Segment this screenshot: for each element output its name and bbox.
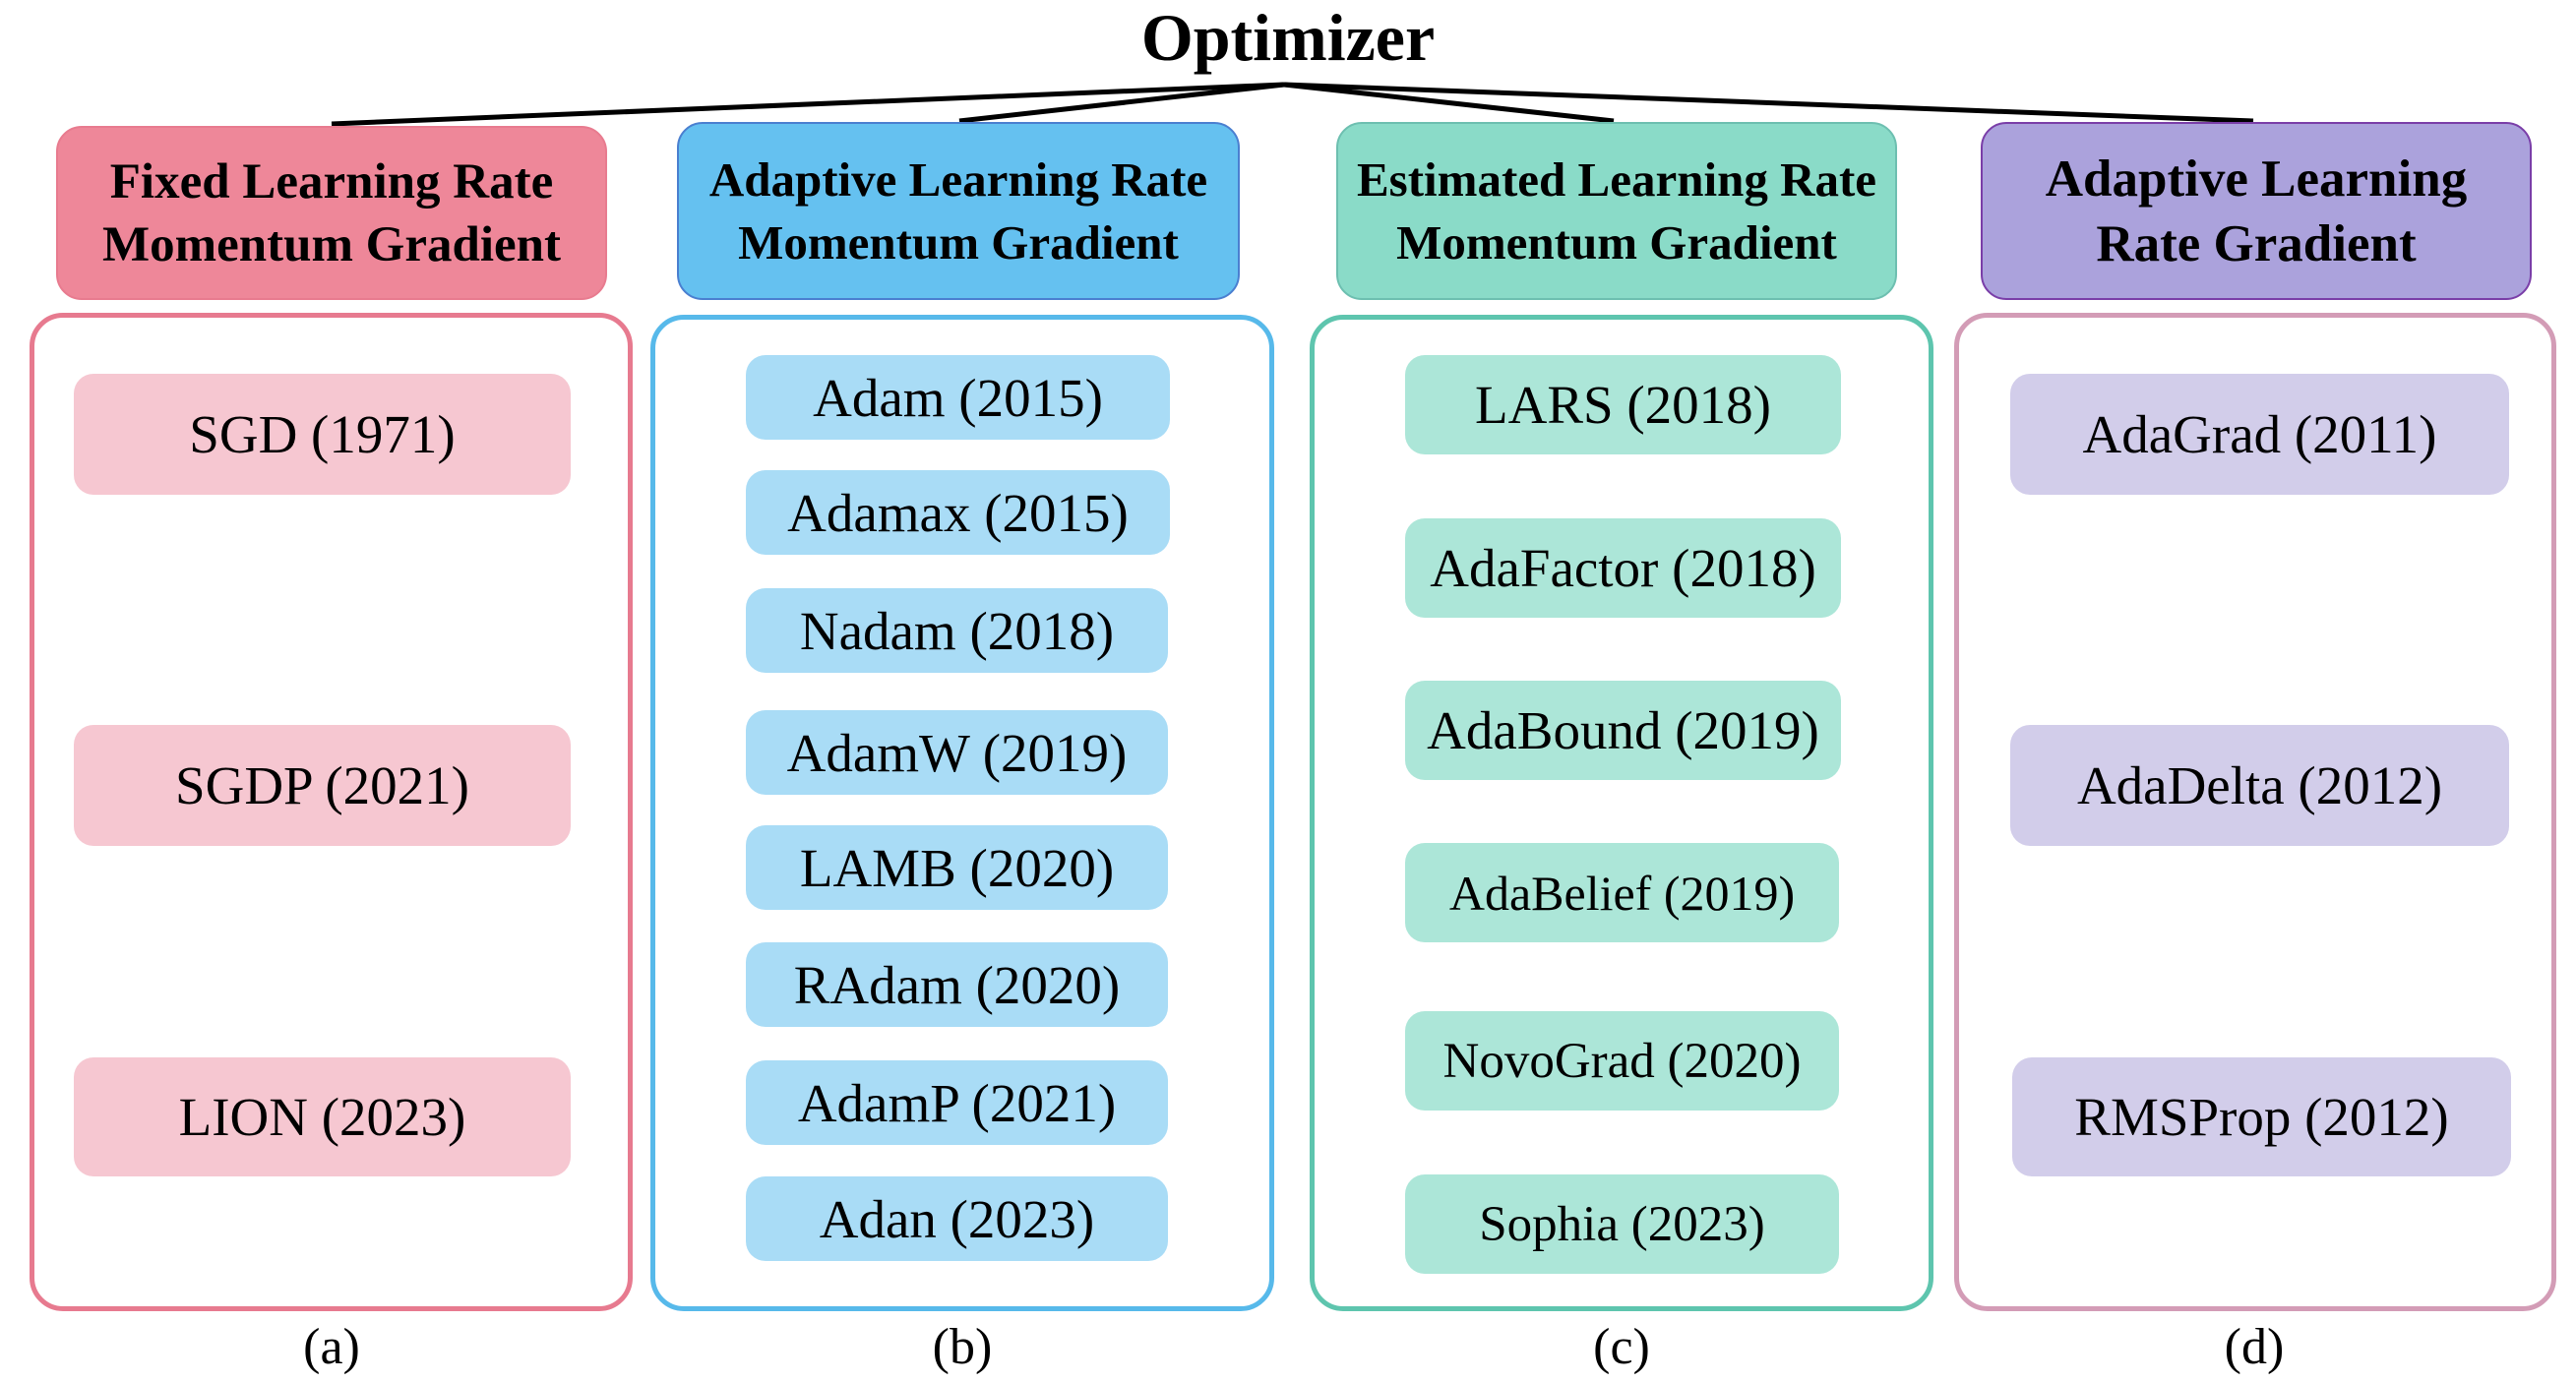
optimizer-item: AdaGrad (2011) <box>2010 374 2509 495</box>
header-line-1: Adaptive Learning Rate <box>708 151 1208 207</box>
header-estimated-learning-rate-momentum: Estimated Learning Rate Momentum Gradien… <box>1336 122 1897 300</box>
caption-c: (c) <box>1593 1319 1650 1375</box>
optimizer-item: Adan (2023) <box>746 1176 1168 1261</box>
caption-a: (a) <box>303 1319 360 1375</box>
optimizer-item: Adam (2015) <box>746 355 1170 440</box>
optimizer-item: LION (2023) <box>74 1057 571 1176</box>
optimizer-item: AdaDelta (2012) <box>2010 725 2509 846</box>
optimizer-item: AdaBound (2019) <box>1405 681 1841 780</box>
optimizer-item: AdaFactor (2018) <box>1405 518 1841 618</box>
optimizer-item: AdamP (2021) <box>746 1060 1168 1145</box>
optimizer-item: LAMB (2020) <box>746 825 1168 910</box>
optimizer-item: SGDP (2021) <box>74 725 571 846</box>
optimizer-item: AdaBelief (2019) <box>1405 843 1839 942</box>
panel-adaptive-learning-rate-momentum <box>650 315 1274 1311</box>
connector-a <box>331 82 1285 127</box>
header-adaptive-learning-rate-momentum: Adaptive Learning Rate Momentum Gradient <box>677 122 1240 300</box>
optimizer-item: Nadam (2018) <box>746 588 1168 673</box>
optimizer-item: AdamW (2019) <box>746 710 1168 795</box>
caption-d: (d) <box>2224 1319 2285 1375</box>
optimizer-item: Sophia (2023) <box>1405 1174 1839 1274</box>
header-line-2: Rate Gradient <box>2096 214 2417 272</box>
optimizer-item: SGD (1971) <box>74 374 571 495</box>
header-adaptive-learning-rate-gradient: Adaptive Learning Rate Gradient <box>1981 122 2532 300</box>
header-line-2: Momentum Gradient <box>738 214 1179 270</box>
header-line-2: Momentum Gradient <box>1396 214 1837 270</box>
header-line-1: Estimated Learning Rate <box>1356 151 1877 207</box>
panel-estimated-learning-rate-momentum <box>1310 315 1933 1311</box>
caption-b: (b) <box>932 1319 993 1375</box>
header-line-1: Fixed Learning Rate <box>109 153 554 210</box>
optimizer-item: RAdam (2020) <box>746 942 1168 1027</box>
header-fixed-learning-rate-momentum: Fixed Learning Rate Momentum Gradient <box>56 126 607 300</box>
header-line-1: Adaptive Learning <box>2045 150 2468 208</box>
header-line-2: Momentum Gradient <box>101 216 562 272</box>
optimizer-item: RMSProp (2012) <box>2012 1057 2511 1176</box>
optimizer-item: LARS (2018) <box>1405 355 1841 454</box>
optimizer-item: Adamax (2015) <box>746 470 1170 555</box>
optimizer-item: NovoGrad (2020) <box>1405 1011 1839 1111</box>
